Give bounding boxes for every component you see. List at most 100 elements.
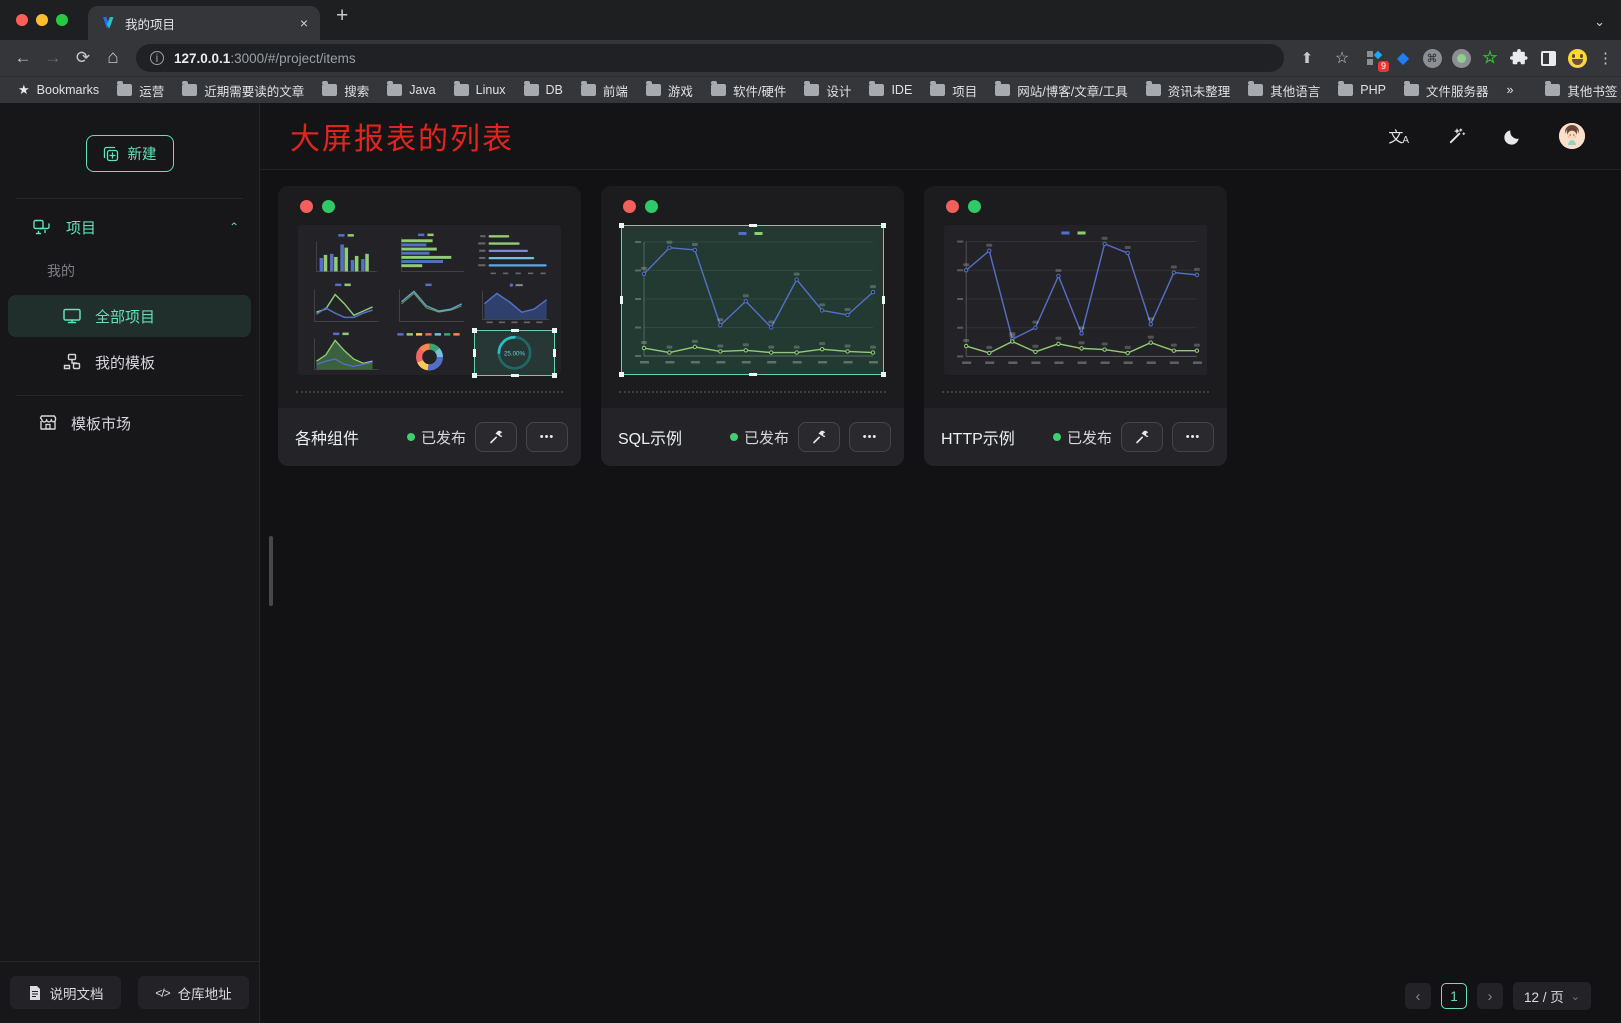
side-panel-icon[interactable] — [1536, 46, 1560, 70]
card-preview-selected[interactable] — [621, 225, 884, 375]
browser-menu-icon[interactable]: ⋮ — [1598, 49, 1613, 67]
mini-line-chart — [389, 281, 470, 327]
reload-icon[interactable]: ⟳ — [68, 44, 98, 72]
code-icon: </> — [155, 986, 169, 1000]
publish-status: 已发布 — [1053, 427, 1112, 448]
next-page-button[interactable]: › — [1477, 983, 1503, 1009]
sidebar-group-project[interactable]: 项目 ⌃ — [0, 199, 259, 255]
current-page-button[interactable]: 1 — [1441, 983, 1467, 1009]
extensions-puzzle-icon[interactable] — [1507, 46, 1531, 70]
bookmark-folder[interactable]: IDE — [861, 80, 920, 100]
address-bar[interactable]: i 127.0.0.1:3000/#/project/items — [136, 44, 1284, 72]
browser-tab[interactable]: 我的项目 × — [88, 6, 320, 40]
traffic-lights — [16, 14, 68, 26]
new-tab-button[interactable]: + — [336, 5, 348, 26]
card-preview[interactable] — [944, 225, 1207, 375]
recorder-extension-icon[interactable] — [1449, 46, 1473, 70]
page-size-select[interactable]: 12 / 页 ⌄ — [1513, 982, 1591, 1010]
other-bookmarks[interactable]: 其他书签 — [1537, 78, 1621, 103]
minimize-window-button[interactable] — [36, 14, 48, 26]
folder-icon — [1146, 84, 1161, 96]
url-text[interactable]: 127.0.0.1:3000/#/project/items — [174, 51, 356, 66]
sidebar-item-template-market[interactable]: 模板市场 — [8, 402, 251, 444]
folder-icon — [869, 84, 884, 96]
bookmark-star-icon[interactable]: ☆ — [1327, 44, 1357, 72]
home-icon[interactable]: ⌂ — [98, 44, 128, 72]
pagination: ‹ 1 › 12 / 页 ⌄ — [1405, 982, 1591, 1010]
bookmark-folder[interactable]: DB — [516, 80, 571, 100]
more-options-button[interactable]: ••• — [526, 422, 568, 452]
edit-hammer-button[interactable] — [475, 422, 517, 452]
edit-hammer-button[interactable] — [1121, 422, 1163, 452]
goview-favicon — [100, 15, 116, 31]
bookmark-folder[interactable]: 游戏 — [638, 78, 701, 103]
folder-icon — [1404, 84, 1419, 96]
emoji-extension-icon[interactable] — [1565, 46, 1589, 70]
bookmark-folder[interactable]: 项目 — [922, 78, 985, 103]
scrollbar-thumb[interactable] — [269, 536, 273, 606]
user-avatar[interactable] — [1559, 123, 1585, 149]
back-icon[interactable]: ← — [8, 44, 38, 72]
zoom-window-button[interactable] — [56, 14, 68, 26]
bookmark-folder[interactable]: 近期需要读的文章 — [174, 78, 312, 103]
project-list-content: 25.00% 各种组件 已发布 — [260, 170, 1621, 1023]
bookmark-folder[interactable]: 搜索 — [314, 78, 377, 103]
share-icon[interactable]: ⬆ — [1292, 44, 1322, 72]
folder-icon — [387, 84, 402, 96]
publish-status: 已发布 — [730, 427, 789, 448]
main-header: 大屏报表的列表 文A — [260, 103, 1621, 170]
repo-button[interactable]: </> 仓库地址 — [138, 976, 249, 1009]
bookmark-folder[interactable]: 运营 — [109, 78, 172, 103]
mini-gauge-chart[interactable]: 25.00% — [474, 330, 555, 376]
bookmark-folder[interactable]: 设计 — [796, 78, 859, 103]
project-card[interactable]: 25.00% 各种组件 已发布 — [278, 186, 581, 466]
card-preview[interactable]: 25.00% — [298, 225, 561, 375]
folder-icon — [524, 84, 539, 96]
bookmark-folder[interactable]: 资讯未整理 — [1138, 78, 1239, 103]
bookmarks-overflow-chevron[interactable]: » — [1498, 80, 1521, 100]
command-extension-icon[interactable]: ⌘ — [1420, 46, 1444, 70]
bookmark-folder[interactable]: 其他语言 — [1240, 78, 1328, 103]
tab-search-chevron-icon[interactable]: ⌄ — [1594, 14, 1605, 30]
mini-donut-chart — [389, 330, 470, 376]
edit-hammer-button[interactable] — [798, 422, 840, 452]
chevron-up-icon[interactable]: ⌃ — [229, 221, 239, 234]
folder-icon — [581, 84, 596, 96]
bookmark-folder[interactable]: 文件服务器 — [1396, 78, 1497, 103]
prev-page-button[interactable]: ‹ — [1405, 983, 1431, 1009]
card-red-dot — [946, 200, 959, 213]
url-path: :3000/#/project/items — [230, 51, 355, 66]
bookmark-folder[interactable]: 网站/博客/文章/工具 — [987, 78, 1135, 103]
sidebar-item-my-templates[interactable]: 我的模板 — [8, 341, 251, 383]
site-info-icon[interactable]: i — [150, 51, 164, 65]
card-footer: SQL示例 已发布 ••• — [601, 408, 904, 466]
language-toggle-icon[interactable]: 文A — [1388, 126, 1410, 147]
dark-mode-moon-icon[interactable] — [1503, 127, 1522, 146]
bookmark-folder[interactable]: 软件/硬件 — [703, 78, 794, 103]
sidebar-item-all-projects[interactable]: 全部项目 — [8, 295, 251, 337]
folder-icon — [930, 84, 945, 96]
more-options-button[interactable]: ••• — [1172, 422, 1214, 452]
forward-icon[interactable]: → — [38, 44, 68, 72]
tab-close-icon[interactable]: × — [300, 15, 308, 31]
folder-icon — [804, 84, 819, 96]
folder-icon — [182, 84, 197, 96]
star-extension-icon[interactable]: ☆ — [1478, 46, 1502, 70]
proxy-extension-icon[interactable]: 9 — [1362, 46, 1386, 70]
bookmark-folder[interactable]: Linux — [446, 80, 514, 100]
bookmark-folder[interactable]: PHP — [1330, 80, 1394, 100]
folder-icon — [646, 84, 661, 96]
more-options-button[interactable]: ••• — [849, 422, 891, 452]
magic-wand-icon[interactable] — [1447, 127, 1466, 146]
docs-button[interactable]: 说明文档 — [10, 976, 121, 1009]
vue-devtools-extension-icon[interactable]: ◆ — [1391, 46, 1415, 70]
bookmark-folder[interactable]: Java — [379, 80, 443, 100]
bookmark-folder[interactable]: 前端 — [573, 78, 636, 103]
mini-bar-chart — [304, 231, 385, 277]
close-window-button[interactable] — [16, 14, 28, 26]
bookmarks-root[interactable]: ★ Bookmarks — [10, 79, 107, 101]
project-card[interactable]: HTTP示例 已发布 ••• — [924, 186, 1227, 466]
new-project-button[interactable]: 新建 — [86, 135, 174, 172]
card-title: HTTP示例 — [941, 425, 1053, 449]
project-card[interactable]: SQL示例 已发布 ••• — [601, 186, 904, 466]
